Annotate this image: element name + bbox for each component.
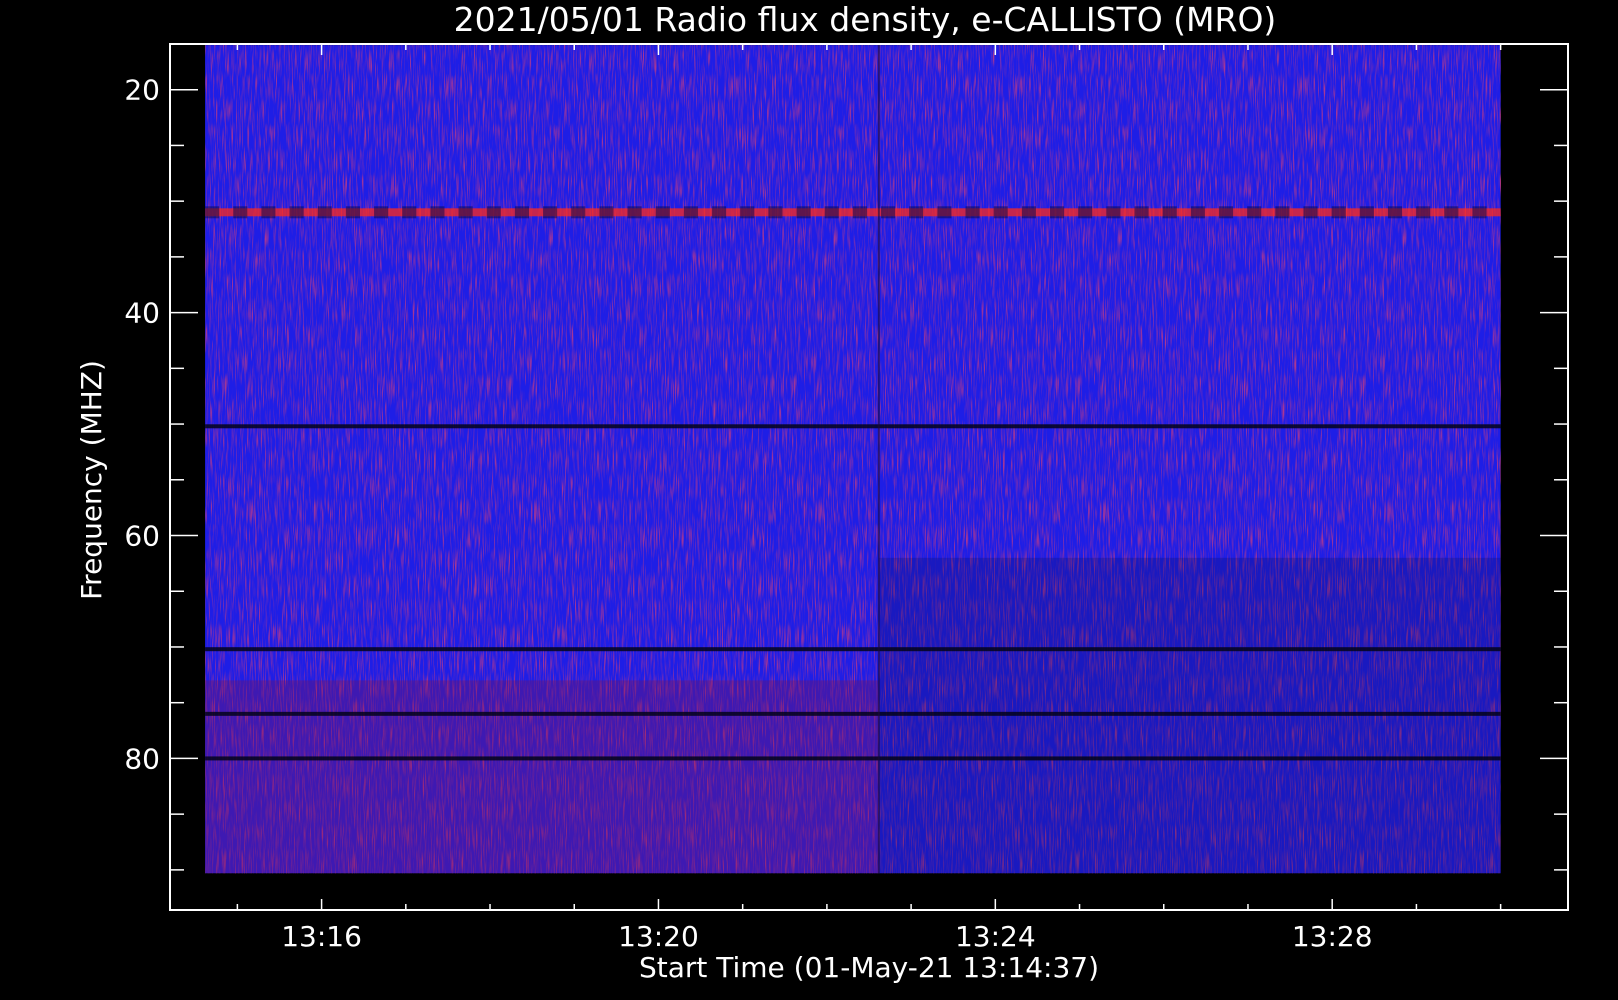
y-tick-label: 60 [124, 520, 160, 553]
y-tick-label: 80 [124, 742, 160, 775]
low-band-tint [205, 680, 879, 874]
x-tick-label: 13:24 [955, 920, 1036, 953]
y-tick-label: 40 [124, 297, 160, 330]
y-tick-label: 20 [124, 74, 160, 107]
x-axis-label: Start Time (01-May-21 13:14:37) [639, 951, 1099, 984]
dark-line [205, 424, 1501, 429]
dark-line [205, 756, 1501, 761]
y-axis-label: Frequency (MHZ) [75, 360, 108, 600]
dark-line [205, 711, 1501, 716]
spectrogram-chart: 2021/05/01 Radio flux density, e-CALLIST… [0, 0, 1618, 1000]
spectrogram-plot [205, 45, 1501, 874]
x-tick-label: 13:16 [281, 920, 362, 953]
x-tick-label: 13:20 [618, 920, 699, 953]
x-tick-label: 13:28 [1292, 920, 1373, 953]
chart-title: 2021/05/01 Radio flux density, e-CALLIST… [454, 0, 1277, 39]
dark-line [205, 647, 1501, 652]
